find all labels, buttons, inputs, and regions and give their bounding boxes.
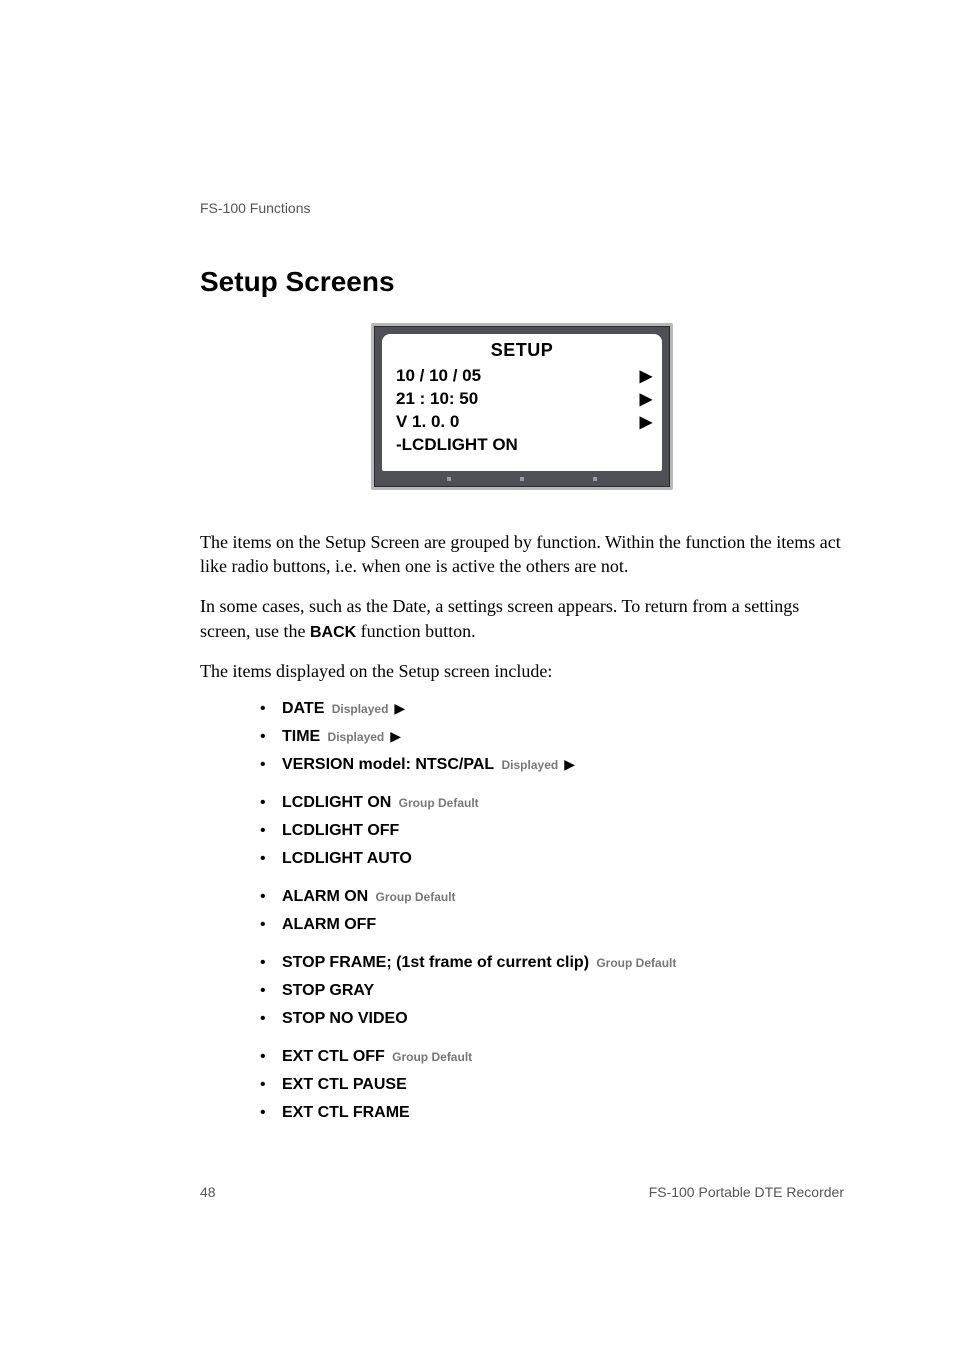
item-note-text: Group Default	[395, 796, 478, 810]
item-main-text: LCDLIGHT ON	[282, 794, 391, 811]
paragraph-back: In some cases, such as the Date, a setti…	[200, 594, 844, 643]
item-main-text: LCDLIGHT OFF	[282, 822, 399, 839]
para2-part-a: In some cases, such as the Date, a setti…	[200, 596, 799, 640]
item-note-text: Displayed	[328, 702, 388, 716]
item-main-text: LCDLIGHT AUTO	[282, 850, 412, 867]
page-number: 48	[200, 1184, 216, 1200]
setup-item: STOP GRAY	[260, 982, 844, 1000]
item-note-text: Displayed	[498, 758, 558, 772]
setup-item: LCDLIGHT AUTO	[260, 850, 844, 868]
item-main-text: TIME	[282, 728, 320, 745]
triangle-right-icon: ▶	[640, 366, 652, 388]
item-main-text: ALARM ON	[282, 888, 368, 905]
item-main-text: DATE	[282, 700, 324, 717]
para2-part-b: function button.	[356, 621, 476, 641]
setup-item: EXT CTL FRAME	[260, 1104, 844, 1122]
back-key-label: BACK	[310, 624, 356, 641]
item-main-text: VERSION model: NTSC/PAL	[282, 756, 494, 773]
dot-icon	[593, 477, 597, 481]
triangle-right-icon: ▶	[564, 756, 575, 772]
paragraph-list-intro: The items displayed on the Setup screen …	[200, 659, 844, 683]
setup-item: STOP NO VIDEO	[260, 1010, 844, 1028]
page-title: Setup Screens	[200, 266, 844, 298]
setup-item: EXT CTL OFF Group Default	[260, 1048, 844, 1066]
lcd-panel: SETUP 10 / 10 / 05 ▶ 21 : 10: 50 ▶ V 1. …	[382, 334, 662, 471]
item-note-text: Group Default	[372, 890, 455, 904]
lcd-time-text: 21 : 10: 50	[396, 388, 478, 411]
item-note-text: Group Default	[593, 956, 676, 970]
triangle-right-icon: ▶	[390, 728, 401, 744]
setup-item: ALARM OFF	[260, 916, 844, 934]
triangle-right-icon: ▶	[640, 412, 652, 434]
setup-item: STOP FRAME; (1st frame of current clip) …	[260, 954, 844, 972]
page: FS-100 Functions Setup Screens SETUP 10 …	[0, 0, 954, 1192]
lcd-row-time: 21 : 10: 50 ▶	[392, 388, 652, 411]
triangle-right-icon: ▶	[394, 700, 405, 716]
device-bezel: SETUP 10 / 10 / 05 ▶ 21 : 10: 50 ▶ V 1. …	[371, 323, 673, 490]
dot-icon	[447, 477, 451, 481]
lcd-row-version: V 1. 0. 0 ▶	[392, 411, 652, 434]
running-header: FS-100 Functions	[200, 200, 844, 216]
setup-item: DATE Displayed ▶	[260, 700, 844, 718]
setup-item: EXT CTL PAUSE	[260, 1076, 844, 1094]
lcd-row-date: 10 / 10 / 05 ▶	[392, 365, 652, 388]
setup-item: LCDLIGHT ON Group Default	[260, 794, 844, 812]
lcd-row-lcdlight: -LCDLIGHT ON	[392, 434, 652, 457]
lcd-lcdlight-text: -LCDLIGHT ON	[396, 434, 518, 457]
lcd-date-text: 10 / 10 / 05	[396, 365, 481, 388]
item-main-text: EXT CTL OFF	[282, 1048, 385, 1065]
setup-items-list: DATE Displayed▶TIME Displayed▶VERSION mo…	[200, 700, 844, 1122]
item-main-text: STOP NO VIDEO	[282, 1010, 408, 1027]
item-note-text: Displayed	[324, 730, 384, 744]
lcd-version-text: V 1. 0. 0	[396, 411, 459, 434]
setup-item: ALARM ON Group Default	[260, 888, 844, 906]
device-dots	[382, 471, 662, 483]
triangle-right-icon: ▶	[640, 389, 652, 411]
lcd-title: SETUP	[392, 340, 652, 361]
doc-title: FS-100 Portable DTE Recorder	[649, 1184, 844, 1200]
item-main-text: EXT CTL FRAME	[282, 1104, 410, 1121]
item-main-text: STOP FRAME; (1st frame of current clip)	[282, 954, 589, 971]
item-note-text: Group Default	[389, 1050, 472, 1064]
setup-item: TIME Displayed ▶	[260, 728, 844, 746]
setup-item: LCDLIGHT OFF	[260, 822, 844, 840]
setup-item: VERSION model: NTSC/PAL Displayed ▶	[260, 756, 844, 774]
page-footer: 48 FS-100 Portable DTE Recorder	[200, 1184, 844, 1200]
item-main-text: EXT CTL PAUSE	[282, 1076, 407, 1093]
device-screen-figure: SETUP 10 / 10 / 05 ▶ 21 : 10: 50 ▶ V 1. …	[200, 323, 844, 490]
item-main-text: ALARM OFF	[282, 916, 376, 933]
item-main-text: STOP GRAY	[282, 982, 374, 999]
paragraph-intro: The items on the Setup Screen are groupe…	[200, 530, 844, 579]
dot-icon	[520, 477, 524, 481]
